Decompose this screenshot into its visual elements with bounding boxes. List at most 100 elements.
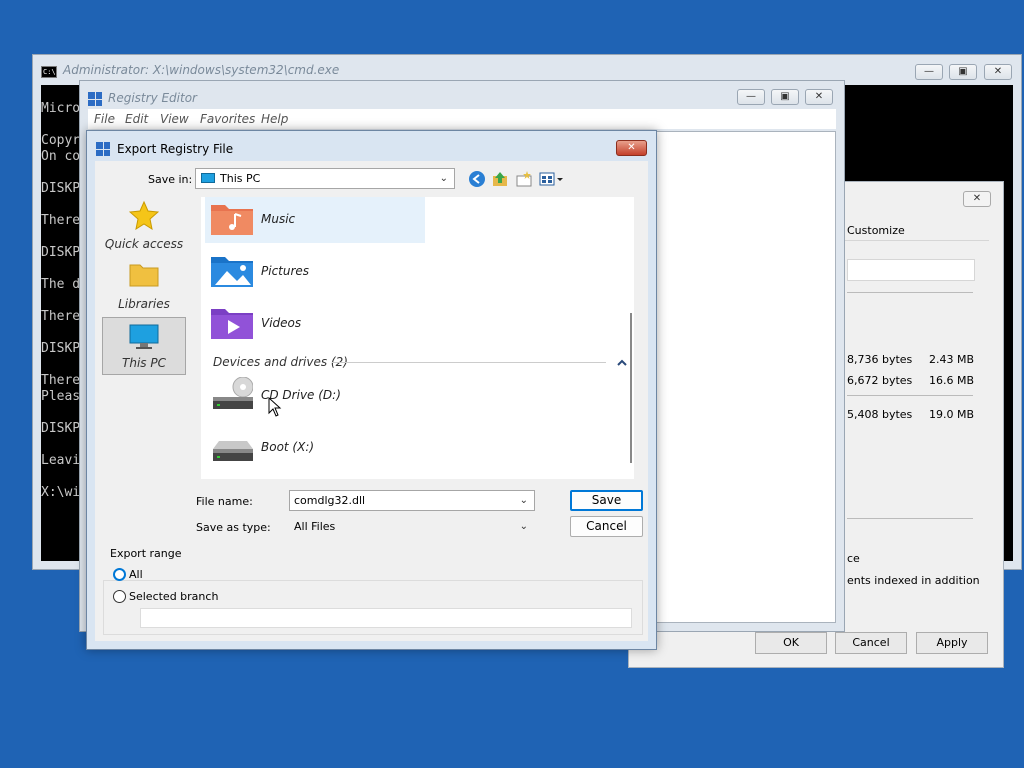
file-list[interactable]: Music Pictures Videos Devices and drives…: [201, 197, 634, 479]
properties-text: ce: [847, 552, 860, 565]
dialog-title: Export Registry File: [117, 142, 234, 156]
save-as-type-dropdown[interactable]: All Files ⌄: [289, 516, 535, 537]
menu-edit[interactable]: Edit: [125, 112, 148, 126]
list-item-music[interactable]: Music: [205, 197, 425, 243]
regedit-maximize-button[interactable]: ▣: [771, 89, 799, 105]
cancel-button[interactable]: Cancel: [835, 632, 907, 654]
console-line: X:\wi: [41, 485, 81, 500]
regedit-titlebar[interactable]: Registry Editor — ▣ ✕: [80, 81, 844, 111]
regedit-icon: [96, 142, 110, 156]
view-grid-icon: [539, 172, 563, 186]
file-name-label: File name:: [196, 495, 253, 508]
console-line: DISKP: [41, 421, 81, 436]
size-mb: 16.6 MB: [929, 374, 975, 387]
pictures-folder-icon: [211, 257, 253, 287]
videos-folder-icon: [211, 309, 253, 339]
new-folder-button[interactable]: [515, 170, 533, 188]
place-label: Quick access: [104, 237, 184, 251]
save-in-dropdown[interactable]: This PC ⌄: [195, 168, 455, 189]
radio-selected-branch-label[interactable]: Selected branch: [129, 590, 218, 603]
cmd-close-button[interactable]: ✕: [984, 64, 1012, 80]
console-line: DISKP: [41, 181, 81, 196]
folder-icon: [129, 264, 159, 287]
list-item-videos[interactable]: Videos: [205, 301, 425, 347]
place-this-pc[interactable]: This PC: [102, 317, 186, 375]
cd-drive-icon: [213, 377, 253, 409]
tab-customize[interactable]: Customize: [847, 224, 905, 237]
chevron-down-icon: ⌄: [519, 495, 528, 506]
place-label: Libraries: [118, 297, 170, 311]
radio-all[interactable]: [113, 568, 126, 581]
star-icon: [129, 200, 159, 230]
menu-view[interactable]: View: [160, 112, 189, 126]
divider: [847, 518, 973, 519]
up-folder-icon: [493, 172, 507, 186]
chevron-down-icon: ⌄: [519, 521, 528, 532]
place-libraries[interactable]: Libraries: [102, 257, 186, 315]
size-mb: 2.43 MB: [929, 353, 975, 366]
console-line: On co: [41, 149, 81, 164]
file-list-scrollbar[interactable]: [630, 313, 632, 463]
console-line: DISKP: [41, 341, 81, 356]
export-range-label: Export range: [110, 547, 182, 560]
cmd-minimize-button[interactable]: —: [915, 64, 943, 80]
list-item-pictures[interactable]: Pictures: [205, 249, 425, 295]
save-button[interactable]: Save: [570, 490, 643, 511]
new-folder-icon: [516, 171, 532, 187]
console-line: Pleas: [41, 389, 81, 404]
item-name: Videos: [261, 316, 302, 330]
group-divider: [332, 362, 606, 363]
selected-branch-input[interactable]: [140, 608, 632, 628]
console-line: There: [41, 309, 81, 324]
drive-icon: [213, 441, 253, 461]
regedit-icon: [88, 92, 102, 106]
regedit-close-button[interactable]: ✕: [805, 89, 833, 105]
cmd-maximize-button[interactable]: ▣: [949, 64, 977, 80]
export-registry-dialog: Export Registry File ✕ Save in: This PC …: [86, 130, 657, 650]
dialog-close-button[interactable]: ✕: [616, 140, 647, 156]
cmd-title: Administrator: X:\windows\system32\cmd.e…: [63, 63, 340, 77]
properties-close-button[interactable]: ✕: [963, 191, 991, 207]
mouse-cursor-icon: [268, 397, 282, 417]
properties-field[interactable]: [847, 259, 975, 281]
file-name-value: comdlg32.dll: [294, 494, 366, 507]
places-bar: Quick access Libraries This PC: [95, 197, 193, 641]
menu-favorites[interactable]: Favorites: [200, 112, 255, 126]
menu-help[interactable]: Help: [261, 112, 288, 126]
ok-button[interactable]: OK: [755, 632, 827, 654]
size-bytes: 5,408 bytes: [847, 408, 913, 421]
chevron-down-icon: ⌄: [439, 173, 448, 184]
list-item-boot-drive[interactable]: Boot (X:): [205, 425, 425, 471]
back-button[interactable]: [468, 170, 486, 188]
monitor-icon: [201, 173, 215, 183]
size-mb: 19.0 MB: [929, 408, 975, 421]
up-folder-button[interactable]: [491, 170, 509, 188]
menu-file[interactable]: File: [94, 112, 115, 126]
music-folder-icon: [211, 205, 253, 235]
collapse-chevron-icon[interactable]: [617, 359, 627, 367]
size-bytes: 8,736 bytes: [847, 353, 913, 366]
console-line: Copyr: [41, 133, 81, 148]
regedit-title: Registry Editor: [108, 91, 197, 105]
cmd-icon: C:\: [41, 66, 57, 78]
properties-text: ents indexed in addition: [847, 574, 980, 587]
place-label: This PC: [122, 356, 166, 370]
console-line: There: [41, 213, 81, 228]
list-item-cd-drive[interactable]: CD Drive (D:): [205, 373, 425, 419]
radio-all-label[interactable]: All: [129, 568, 143, 581]
dialog-titlebar[interactable]: Export Registry File ✕: [87, 131, 656, 161]
radio-selected-branch[interactable]: [113, 590, 126, 603]
view-menu-button[interactable]: [539, 170, 565, 188]
group-header-devices[interactable]: Devices and drives (2): [213, 355, 348, 369]
apply-button[interactable]: Apply: [916, 632, 988, 654]
item-name: Boot (X:): [261, 440, 315, 454]
regedit-minimize-button[interactable]: —: [737, 89, 765, 105]
monitor-icon: [129, 324, 159, 349]
divider: [847, 292, 973, 293]
save-in-value: This PC: [220, 172, 261, 185]
item-name: Music: [261, 212, 296, 226]
place-quick-access[interactable]: Quick access: [102, 197, 186, 255]
cancel-button[interactable]: Cancel: [570, 516, 643, 537]
save-as-type-value: All Files: [294, 520, 336, 533]
file-name-input[interactable]: comdlg32.dll ⌄: [289, 490, 535, 511]
